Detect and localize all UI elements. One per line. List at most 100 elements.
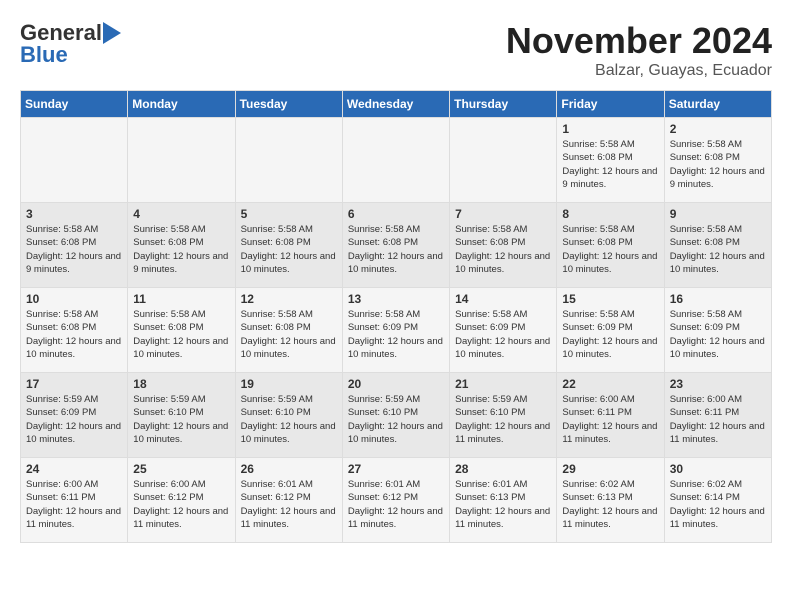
day-info: Sunrise: 5:58 AM Sunset: 6:08 PM Dayligh…: [241, 223, 337, 276]
calendar-cell: 26 Sunrise: 6:01 AM Sunset: 6:12 PM Dayli…: [235, 458, 342, 543]
week-row-5: 24 Sunrise: 6:00 AM Sunset: 6:11 PM Dayli…: [21, 458, 772, 543]
calendar-cell: 2Sunrise: 5:58 AM Sunset: 6:08 PM Daylig…: [664, 118, 771, 203]
calendar-cell: 24 Sunrise: 6:00 AM Sunset: 6:11 PM Dayli…: [21, 458, 128, 543]
day-info: Sunrise: 5:59 AM Sunset: 6:10 PM Dayligh…: [455, 393, 551, 446]
day-info: Sunrise: 5:58 AM Sunset: 6:09 PM Dayligh…: [348, 308, 444, 361]
weekday-header-thursday: Thursday: [450, 91, 557, 118]
day-info: Sunrise: 5:58 AM Sunset: 6:08 PM Dayligh…: [133, 308, 229, 361]
day-number: 19: [241, 377, 337, 391]
calendar-cell: [450, 118, 557, 203]
day-number: 21: [455, 377, 551, 391]
day-number: 1: [562, 122, 658, 136]
day-number: 7: [455, 207, 551, 221]
day-number: 26: [241, 462, 337, 476]
calendar-cell: 25 Sunrise: 6:00 AM Sunset: 6:12 PM Dayli…: [128, 458, 235, 543]
logo-icon: [103, 22, 121, 44]
day-number: 10: [26, 292, 122, 306]
day-info: Sunrise: 5:58 AM Sunset: 6:08 PM Dayligh…: [562, 138, 658, 191]
week-row-1: 1 Sunrise: 5:58 AM Sunset: 6:08 PM Daylig…: [21, 118, 772, 203]
day-number: 28: [455, 462, 551, 476]
day-info: Sunrise: 6:00 AM Sunset: 6:12 PM Dayligh…: [133, 478, 229, 531]
calendar-cell: 15Sunrise: 5:58 AM Sunset: 6:09 PM Dayli…: [557, 288, 664, 373]
weekday-header-tuesday: Tuesday: [235, 91, 342, 118]
title-block: November 2024 Balzar, Guayas, Ecuador: [506, 20, 772, 80]
calendar-cell: 27Sunrise: 6:01 AM Sunset: 6:12 PM Dayli…: [342, 458, 449, 543]
day-number: 3: [26, 207, 122, 221]
day-number: 12: [241, 292, 337, 306]
day-info: Sunrise: 6:00 AM Sunset: 6:11 PM Dayligh…: [670, 393, 766, 446]
calendar-cell: 30 Sunrise: 6:02 AM Sunset: 6:14 PM Dayli…: [664, 458, 771, 543]
calendar-cell: 1 Sunrise: 5:58 AM Sunset: 6:08 PM Daylig…: [557, 118, 664, 203]
day-number: 13: [348, 292, 444, 306]
weekday-header-wednesday: Wednesday: [342, 91, 449, 118]
day-info: Sunrise: 5:58 AM Sunset: 6:09 PM Dayligh…: [455, 308, 551, 361]
day-info: Sunrise: 6:00 AM Sunset: 6:11 PM Dayligh…: [26, 478, 122, 531]
week-row-4: 17 Sunrise: 5:59 AM Sunset: 6:09 PM Dayli…: [21, 373, 772, 458]
day-number: 9: [670, 207, 766, 221]
calendar-cell: 9 Sunrise: 5:58 AM Sunset: 6:08 PM Daylig…: [664, 203, 771, 288]
day-number: 27: [348, 462, 444, 476]
day-info: Sunrise: 5:58 AM Sunset: 6:09 PM Dayligh…: [562, 308, 658, 361]
calendar-cell: 13 Sunrise: 5:58 AM Sunset: 6:09 PM Dayli…: [342, 288, 449, 373]
calendar-cell: [128, 118, 235, 203]
weekday-header-monday: Monday: [128, 91, 235, 118]
weekday-header-sunday: Sunday: [21, 91, 128, 118]
calendar-cell: 11Sunrise: 5:58 AM Sunset: 6:08 PM Dayli…: [128, 288, 235, 373]
day-number: 30: [670, 462, 766, 476]
month-title: November 2024: [506, 20, 772, 62]
calendar-cell: 21 Sunrise: 5:59 AM Sunset: 6:10 PM Dayli…: [450, 373, 557, 458]
calendar-cell: 4Sunrise: 5:58 AM Sunset: 6:08 PM Daylig…: [128, 203, 235, 288]
day-info: Sunrise: 5:59 AM Sunset: 6:09 PM Dayligh…: [26, 393, 122, 446]
day-info: Sunrise: 6:02 AM Sunset: 6:13 PM Dayligh…: [562, 478, 658, 531]
day-info: Sunrise: 6:02 AM Sunset: 6:14 PM Dayligh…: [670, 478, 766, 531]
calendar-cell: 23 Sunrise: 6:00 AM Sunset: 6:11 PM Dayli…: [664, 373, 771, 458]
calendar-cell: 29 Sunrise: 6:02 AM Sunset: 6:13 PM Dayli…: [557, 458, 664, 543]
calendar-cell: 14 Sunrise: 5:58 AM Sunset: 6:09 PM Dayli…: [450, 288, 557, 373]
day-info: Sunrise: 5:58 AM Sunset: 6:08 PM Dayligh…: [562, 223, 658, 276]
day-number: 23: [670, 377, 766, 391]
day-number: 4: [133, 207, 229, 221]
calendar-cell: 17 Sunrise: 5:59 AM Sunset: 6:09 PM Dayli…: [21, 373, 128, 458]
calendar-cell: 19 Sunrise: 5:59 AM Sunset: 6:10 PM Dayli…: [235, 373, 342, 458]
calendar-cell: [342, 118, 449, 203]
day-number: 17: [26, 377, 122, 391]
day-info: Sunrise: 5:58 AM Sunset: 6:09 PM Dayligh…: [670, 308, 766, 361]
calendar-cell: 8Sunrise: 5:58 AM Sunset: 6:08 PM Daylig…: [557, 203, 664, 288]
logo: General Blue: [20, 20, 122, 68]
calendar-cell: 22 Sunrise: 6:00 AM Sunset: 6:11 PM Dayli…: [557, 373, 664, 458]
day-info: Sunrise: 5:58 AM Sunset: 6:08 PM Dayligh…: [455, 223, 551, 276]
day-number: 6: [348, 207, 444, 221]
day-info: Sunrise: 5:59 AM Sunset: 6:10 PM Dayligh…: [348, 393, 444, 446]
calendar-cell: 18Sunrise: 5:59 AM Sunset: 6:10 PM Dayli…: [128, 373, 235, 458]
day-info: Sunrise: 5:58 AM Sunset: 6:08 PM Dayligh…: [670, 223, 766, 276]
day-info: Sunrise: 5:59 AM Sunset: 6:10 PM Dayligh…: [133, 393, 229, 446]
day-info: Sunrise: 6:01 AM Sunset: 6:12 PM Dayligh…: [241, 478, 337, 531]
calendar-table: SundayMondayTuesdayWednesdayThursdayFrid…: [20, 90, 772, 543]
day-number: 25: [133, 462, 229, 476]
calendar-cell: 12 Sunrise: 5:58 AM Sunset: 6:08 PM Dayli…: [235, 288, 342, 373]
day-number: 20: [348, 377, 444, 391]
day-info: Sunrise: 5:58 AM Sunset: 6:08 PM Dayligh…: [241, 308, 337, 361]
day-number: 5: [241, 207, 337, 221]
weekday-header-friday: Friday: [557, 91, 664, 118]
day-info: Sunrise: 5:58 AM Sunset: 6:08 PM Dayligh…: [670, 138, 766, 191]
day-info: Sunrise: 5:58 AM Sunset: 6:08 PM Dayligh…: [26, 308, 122, 361]
calendar-cell: 3Sunrise: 5:58 AM Sunset: 6:08 PM Daylig…: [21, 203, 128, 288]
calendar-cell: 20 Sunrise: 5:59 AM Sunset: 6:10 PM Dayli…: [342, 373, 449, 458]
day-info: Sunrise: 5:59 AM Sunset: 6:10 PM Dayligh…: [241, 393, 337, 446]
calendar-cell: 6 Sunrise: 5:58 AM Sunset: 6:08 PM Daylig…: [342, 203, 449, 288]
weekday-header-row: SundayMondayTuesdayWednesdayThursdayFrid…: [21, 91, 772, 118]
day-info: Sunrise: 5:58 AM Sunset: 6:08 PM Dayligh…: [348, 223, 444, 276]
day-number: 14: [455, 292, 551, 306]
day-number: 29: [562, 462, 658, 476]
week-row-2: 3 Sunrise: 5:58 AM Sunset: 6:08 PM Daylig…: [21, 203, 772, 288]
day-number: 24: [26, 462, 122, 476]
calendar-cell: [21, 118, 128, 203]
calendar-cell: [235, 118, 342, 203]
location: Balzar, Guayas, Ecuador: [506, 62, 772, 80]
day-info: Sunrise: 6:01 AM Sunset: 6:13 PM Dayligh…: [455, 478, 551, 531]
day-info: Sunrise: 6:00 AM Sunset: 6:11 PM Dayligh…: [562, 393, 658, 446]
day-number: 22: [562, 377, 658, 391]
calendar-cell: 7 Sunrise: 5:58 AM Sunset: 6:08 PM Daylig…: [450, 203, 557, 288]
page-header: General Blue November 2024 Balzar, Guaya…: [20, 20, 772, 80]
